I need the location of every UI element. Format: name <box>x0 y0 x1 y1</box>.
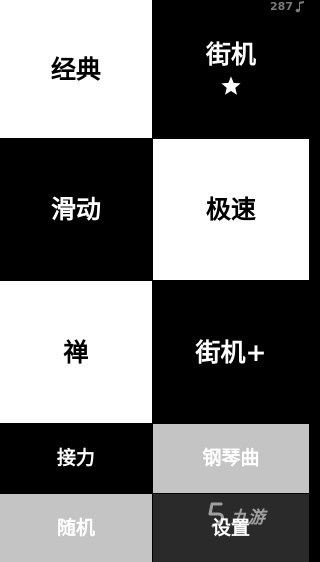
mode-tile-classic[interactable]: 经典 <box>0 0 152 138</box>
settings-button[interactable]: 设置 <box>153 494 309 562</box>
mode-label-relay: 接力 <box>56 447 95 469</box>
score-display: 287 <box>270 0 305 13</box>
mode-grid: 经典 街机 滑动 极速 禅 街机+ 接力 钢琴曲 随机 设置 <box>0 0 309 562</box>
settings-label: 设置 <box>211 516 250 539</box>
mode-label-piano-songs: 钢琴曲 <box>202 447 260 469</box>
mode-label-arcade: 街机 <box>205 39 256 69</box>
score-value: 287 <box>270 0 293 13</box>
mode-tile-speed[interactable]: 极速 <box>153 139 309 280</box>
mode-label-arcade-plus: 街机+ <box>195 337 267 367</box>
mode-label-classic: 经典 <box>50 54 101 84</box>
mode-label-random: 随机 <box>56 516 95 539</box>
star-icon <box>221 75 241 95</box>
mode-tile-zen[interactable]: 禅 <box>0 281 152 423</box>
mode-tile-piano-songs[interactable]: 钢琴曲 <box>153 424 309 493</box>
mode-label-zen: 禅 <box>63 337 89 367</box>
mode-tile-random[interactable]: 随机 <box>0 494 152 562</box>
mode-tile-arcade[interactable]: 街机 <box>153 0 309 138</box>
music-note-icon <box>295 0 304 12</box>
mode-label-slide: 滑动 <box>50 195 101 224</box>
mode-tile-slide[interactable]: 滑动 <box>0 139 152 280</box>
mode-tile-relay[interactable]: 接力 <box>0 424 152 493</box>
mode-label-speed: 极速 <box>205 195 256 224</box>
mode-tile-arcade-plus[interactable]: 街机+ <box>153 281 309 423</box>
